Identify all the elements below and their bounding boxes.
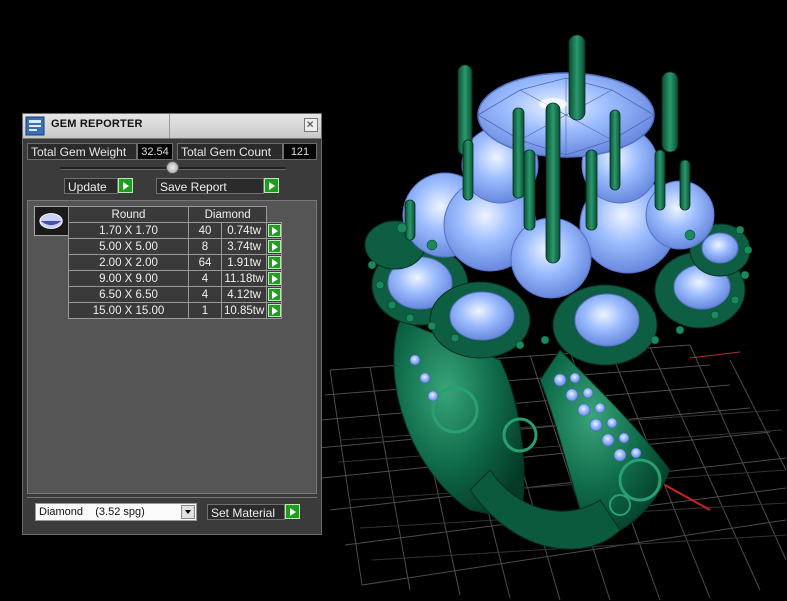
gem-count-cell: 8 bbox=[188, 238, 222, 255]
center-gem bbox=[477, 72, 655, 158]
update-button[interactable]: Update bbox=[64, 178, 118, 194]
gem-size-cell: 9.00 X 9.00 bbox=[68, 270, 189, 287]
app-icon bbox=[25, 116, 45, 136]
table-row[interactable]: 1.70 X 1.70 40 0.74tw bbox=[68, 222, 283, 239]
gem-weight-cell: 3.74tw bbox=[220, 238, 268, 255]
set-material-arrow-icon[interactable] bbox=[285, 504, 300, 519]
title-bar[interactable]: GEM REPORTER bbox=[23, 114, 321, 139]
set-material-button[interactable]: Set Material bbox=[207, 504, 285, 520]
arrow-right-icon[interactable] bbox=[267, 224, 281, 237]
total-gem-count-value: 121 bbox=[283, 143, 317, 160]
gem-size-cell: 1.70 X 1.70 bbox=[68, 222, 189, 239]
gem-count-cell: 4 bbox=[188, 286, 222, 303]
row-action-cell bbox=[266, 270, 283, 287]
arrow-right-icon[interactable] bbox=[267, 272, 281, 285]
row-action-cell bbox=[266, 254, 283, 271]
material-select-value: Diamond (3.52 spg) bbox=[39, 506, 145, 518]
close-button[interactable] bbox=[304, 118, 318, 132]
gem-weight-cell: 11.18tw bbox=[220, 270, 268, 287]
gem-table: Round Diamond 1.70 X 1.70 40 0.74tw 5.00 X … bbox=[68, 206, 283, 319]
row-action-cell bbox=[266, 222, 283, 239]
gem-size-cell: 6.50 X 6.50 bbox=[68, 286, 189, 303]
gem-thumbnail-icon bbox=[39, 213, 63, 229]
save-report-arrow-icon[interactable] bbox=[264, 178, 279, 193]
row-action-cell bbox=[266, 302, 283, 319]
table-row[interactable]: 6.50 X 6.50 4 4.12tw bbox=[68, 286, 283, 303]
close-icon bbox=[307, 121, 314, 128]
gem-reporter-panel: GEM REPORTER Total Gem Weight 32.54 Tota… bbox=[22, 113, 322, 535]
total-gem-weight-value: 32.54 bbox=[137, 143, 173, 160]
table-row[interactable]: 5.00 X 5.00 8 3.74tw bbox=[68, 238, 283, 255]
table-row[interactable]: 9.00 X 9.00 4 11.18tw bbox=[68, 270, 283, 287]
gem-weight-cell: 10.85tw bbox=[220, 302, 268, 319]
gem-size-cell: 5.00 X 5.00 bbox=[68, 238, 189, 255]
table-row[interactable]: 2.00 X 2.00 64 1.91tw bbox=[68, 254, 283, 271]
slider-knob[interactable] bbox=[166, 161, 179, 174]
gem-size-cell: 15.00 X 15.00 bbox=[68, 302, 189, 319]
gem-weight-cell: 0.74tw bbox=[220, 222, 268, 239]
gem-count-cell: 40 bbox=[188, 222, 222, 239]
gem-weight-cell: 1.91tw bbox=[220, 254, 268, 271]
gem-count-cell: 1 bbox=[188, 302, 222, 319]
gem-count-cell: 64 bbox=[188, 254, 222, 271]
arrow-right-icon[interactable] bbox=[267, 240, 281, 253]
arrow-right-icon[interactable] bbox=[267, 256, 281, 269]
column-header-material: Diamond bbox=[187, 206, 268, 223]
row-action-cell bbox=[266, 286, 283, 303]
arrow-right-icon[interactable] bbox=[267, 304, 281, 317]
row-action-cell bbox=[266, 238, 283, 255]
gem-weight-cell: 4.12tw bbox=[220, 286, 268, 303]
material-select[interactable]: Diamond (3.52 spg) bbox=[35, 503, 197, 521]
axis-red-2 bbox=[689, 351, 741, 359]
gem-size-cell: 2.00 X 2.00 bbox=[68, 254, 189, 271]
arrow-right-icon[interactable] bbox=[267, 288, 281, 301]
gem-count-cell: 4 bbox=[188, 270, 222, 287]
footer: Diamond (3.52 spg) Set Material bbox=[27, 497, 317, 532]
table-row[interactable]: 15.00 X 15.00 1 10.85tw bbox=[68, 302, 283, 319]
update-arrow-icon[interactable] bbox=[118, 178, 133, 193]
column-header-shape: Round bbox=[68, 206, 189, 223]
chevron-down-icon[interactable] bbox=[181, 505, 195, 519]
total-gem-count-label: Total Gem Count bbox=[177, 143, 283, 160]
gem-list-area: Round Diamond 1.70 X 1.70 40 0.74tw 5.00 X … bbox=[27, 200, 317, 494]
save-report-button[interactable]: Save Report bbox=[156, 178, 264, 194]
gem-rows: 1.70 X 1.70 40 0.74tw 5.00 X 5.00 8 3.74tw 2.0… bbox=[68, 222, 283, 319]
axis-red bbox=[664, 484, 711, 511]
total-gem-weight-label: Total Gem Weight bbox=[27, 143, 137, 160]
title-separator bbox=[169, 114, 170, 138]
gem-thumbnail[interactable] bbox=[34, 206, 70, 236]
panel-title: GEM REPORTER bbox=[51, 118, 143, 130]
